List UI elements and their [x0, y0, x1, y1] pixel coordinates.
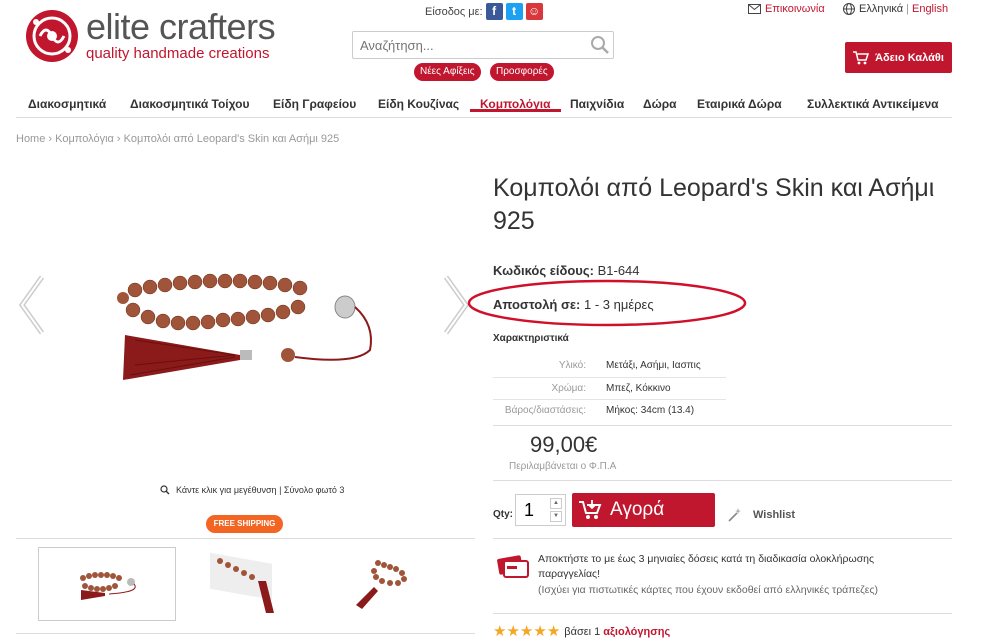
rating-link[interactable]: αξιολόγησης	[603, 626, 670, 638]
buy-button[interactable]: Αγορά	[572, 493, 715, 527]
chevron-left-icon[interactable]	[16, 273, 46, 337]
nav-item-kitchen[interactable]: Είδη Κουζίνας	[378, 92, 459, 111]
spec-key: Υλικό:	[558, 360, 586, 372]
zoom-note[interactable]: Κάντε κλικ για μεγέθυνση | Σύνολο φωτό 3	[160, 485, 344, 495]
specs-table: Υλικό: Μετάξι, Ασήμι, Ιασπις Χρώμα: Μπεζ…	[493, 355, 726, 421]
breadcrumb[interactable]: Home › Κομπολόγια › Κομπολόι από Leopard…	[16, 133, 339, 145]
main-nav: Διακοσμητικά Διακοσμητικά Τοίχου Είδη Γρ…	[16, 92, 952, 118]
divider	[16, 633, 475, 634]
magic-wand-icon	[728, 508, 741, 522]
highlight-ellipse	[467, 279, 747, 327]
qty-up-icon[interactable]: ▲	[550, 498, 562, 509]
installments-note: (Ισχύει για πιστωτικές κάρτες που έχουν …	[538, 584, 879, 596]
brand-tagline: quality handmade creations	[86, 45, 270, 62]
divider	[493, 538, 952, 539]
star-icon: ★	[533, 623, 547, 640]
installments-text: Αποκτήστε το με έως 3 μηνιαίες δόσεις κα…	[538, 553, 875, 580]
nav-item-office[interactable]: Είδη Γραφείου	[273, 92, 356, 111]
offers-button[interactable]: Προσφορές	[490, 63, 554, 81]
quantity-input[interactable]	[516, 499, 550, 521]
lang-english[interactable]: English	[912, 3, 948, 15]
globe-icon	[843, 3, 855, 15]
sku-value: B1-644	[597, 263, 640, 278]
nav-item-collectibles[interactable]: Συλλεκτικά Αντικείμενα	[807, 92, 939, 111]
nav-item-wall-decor[interactable]: Διακοσμητικά Τοίχου	[130, 92, 249, 111]
spec-key: Βάρος/διαστάσεις:	[493, 398, 596, 421]
twitter-icon[interactable]: t	[505, 3, 523, 20]
cart-button[interactable]: Άδειο Καλάθι	[845, 42, 952, 73]
language-switcher: Ελληνικά | English	[843, 3, 948, 15]
product-sku: Κωδικός είδους: B1-644	[493, 263, 640, 278]
product-price: 99,00€	[530, 432, 598, 457]
search-icon[interactable]	[587, 32, 613, 58]
buy-label: Αγορά	[610, 499, 665, 520]
divider	[493, 613, 952, 614]
qty-down-icon[interactable]: ▼	[550, 511, 562, 522]
lang-greek[interactable]: Ελληνικά	[859, 3, 903, 15]
search-box	[352, 31, 614, 59]
divider	[16, 538, 475, 539]
login-label: Είσοδος με:	[425, 5, 483, 18]
table-row: Βάρος/διαστάσεις: Μήκος: 34cm (13.4)	[493, 398, 726, 421]
logo-swirl-icon	[26, 10, 78, 62]
divider	[493, 480, 952, 481]
thumbnail-3[interactable]	[340, 547, 420, 621]
user-account-icon[interactable]: ☺	[525, 3, 543, 20]
star-icon: ★	[546, 623, 561, 640]
nav-item-komboloi[interactable]: Κομπολόγια	[470, 92, 560, 112]
facebook-icon[interactable]: f	[485, 3, 503, 20]
new-arrivals-button[interactable]: Νέες Αφίξεις	[414, 63, 481, 81]
thumbnail-1-image	[80, 572, 136, 600]
envelope-icon	[748, 4, 761, 14]
star-icon: ★	[519, 623, 534, 640]
divider	[493, 425, 952, 426]
star-icon: ★	[493, 623, 507, 640]
wishlist-button[interactable]: Wishlist	[727, 507, 795, 523]
nav-item-corporate-gifts[interactable]: Εταιρικά Δώρα	[697, 92, 782, 111]
zoom-note-text: Κάντε κλικ για μεγέθυνση | Σύνολο φωτό 3	[176, 485, 345, 495]
product-title: Κομπολόι από Leopard's Skin και Ασήμι 92…	[493, 174, 935, 235]
table-row: Χρώμα: Μπεζ, Κόκκινο	[493, 376, 726, 399]
magnifier-icon	[160, 485, 170, 495]
rating-text: βάσει 1	[564, 625, 601, 638]
qty-label: Qty:	[493, 509, 513, 520]
table-row: Υλικό: Μετάξι, Ασήμι, Ιασπις	[493, 355, 726, 377]
brand-name: elite crafters	[86, 6, 276, 47]
nav-item-gifts[interactable]: Δώρα	[643, 92, 677, 111]
star-icon: ★	[506, 623, 520, 640]
search-input[interactable]	[353, 37, 587, 53]
spec-key: Χρώμα:	[493, 376, 596, 399]
free-shipping-badge: FREE SHIPPING	[206, 515, 283, 533]
thumbnail-2-image	[210, 552, 274, 613]
thumbnail-2[interactable]	[200, 547, 280, 621]
contact-label: Επικοινωνία	[765, 3, 825, 15]
product-rating: ★ ★ ★ ★ ★ βάσει 1 αξιολόγησης	[493, 624, 670, 639]
spec-value: Μπεζ, Κόκκινο	[596, 376, 726, 399]
nav-item-decoratives[interactable]: Διακοσμητικά	[28, 92, 106, 111]
spec-value: Μήκος: 34cm (13.4)	[596, 398, 726, 421]
quantity-stepper: ▲ ▼	[515, 494, 566, 526]
cart-icon	[853, 50, 870, 64]
contact-link[interactable]: Επικοινωνία	[748, 3, 825, 15]
add-to-cart-icon	[579, 500, 602, 519]
features-title: Χαρακτηριστικά	[493, 333, 569, 344]
product-image[interactable]	[115, 265, 385, 385]
credit-card-icon	[497, 555, 529, 578]
social-login: Είσοδος με: f t ☺	[425, 3, 543, 20]
thumbnail-3-image	[356, 560, 407, 609]
nav-item-toys[interactable]: Παιχνίδια	[570, 92, 624, 111]
thumbnail-1[interactable]	[38, 547, 176, 621]
lang-separator: |	[906, 3, 909, 15]
cart-label: Άδειο Καλάθι	[875, 51, 944, 64]
sku-label: Κωδικός είδους:	[493, 263, 594, 278]
wishlist-label: Wishlist	[753, 509, 796, 521]
vat-note: Περιλαμβάνεται ο Φ.Π.Α	[509, 461, 617, 472]
brand-logo[interactable]: elite crafters quality handmade creation…	[24, 6, 276, 64]
spec-value: Μετάξι, Ασήμι, Ιασπις	[606, 360, 701, 372]
